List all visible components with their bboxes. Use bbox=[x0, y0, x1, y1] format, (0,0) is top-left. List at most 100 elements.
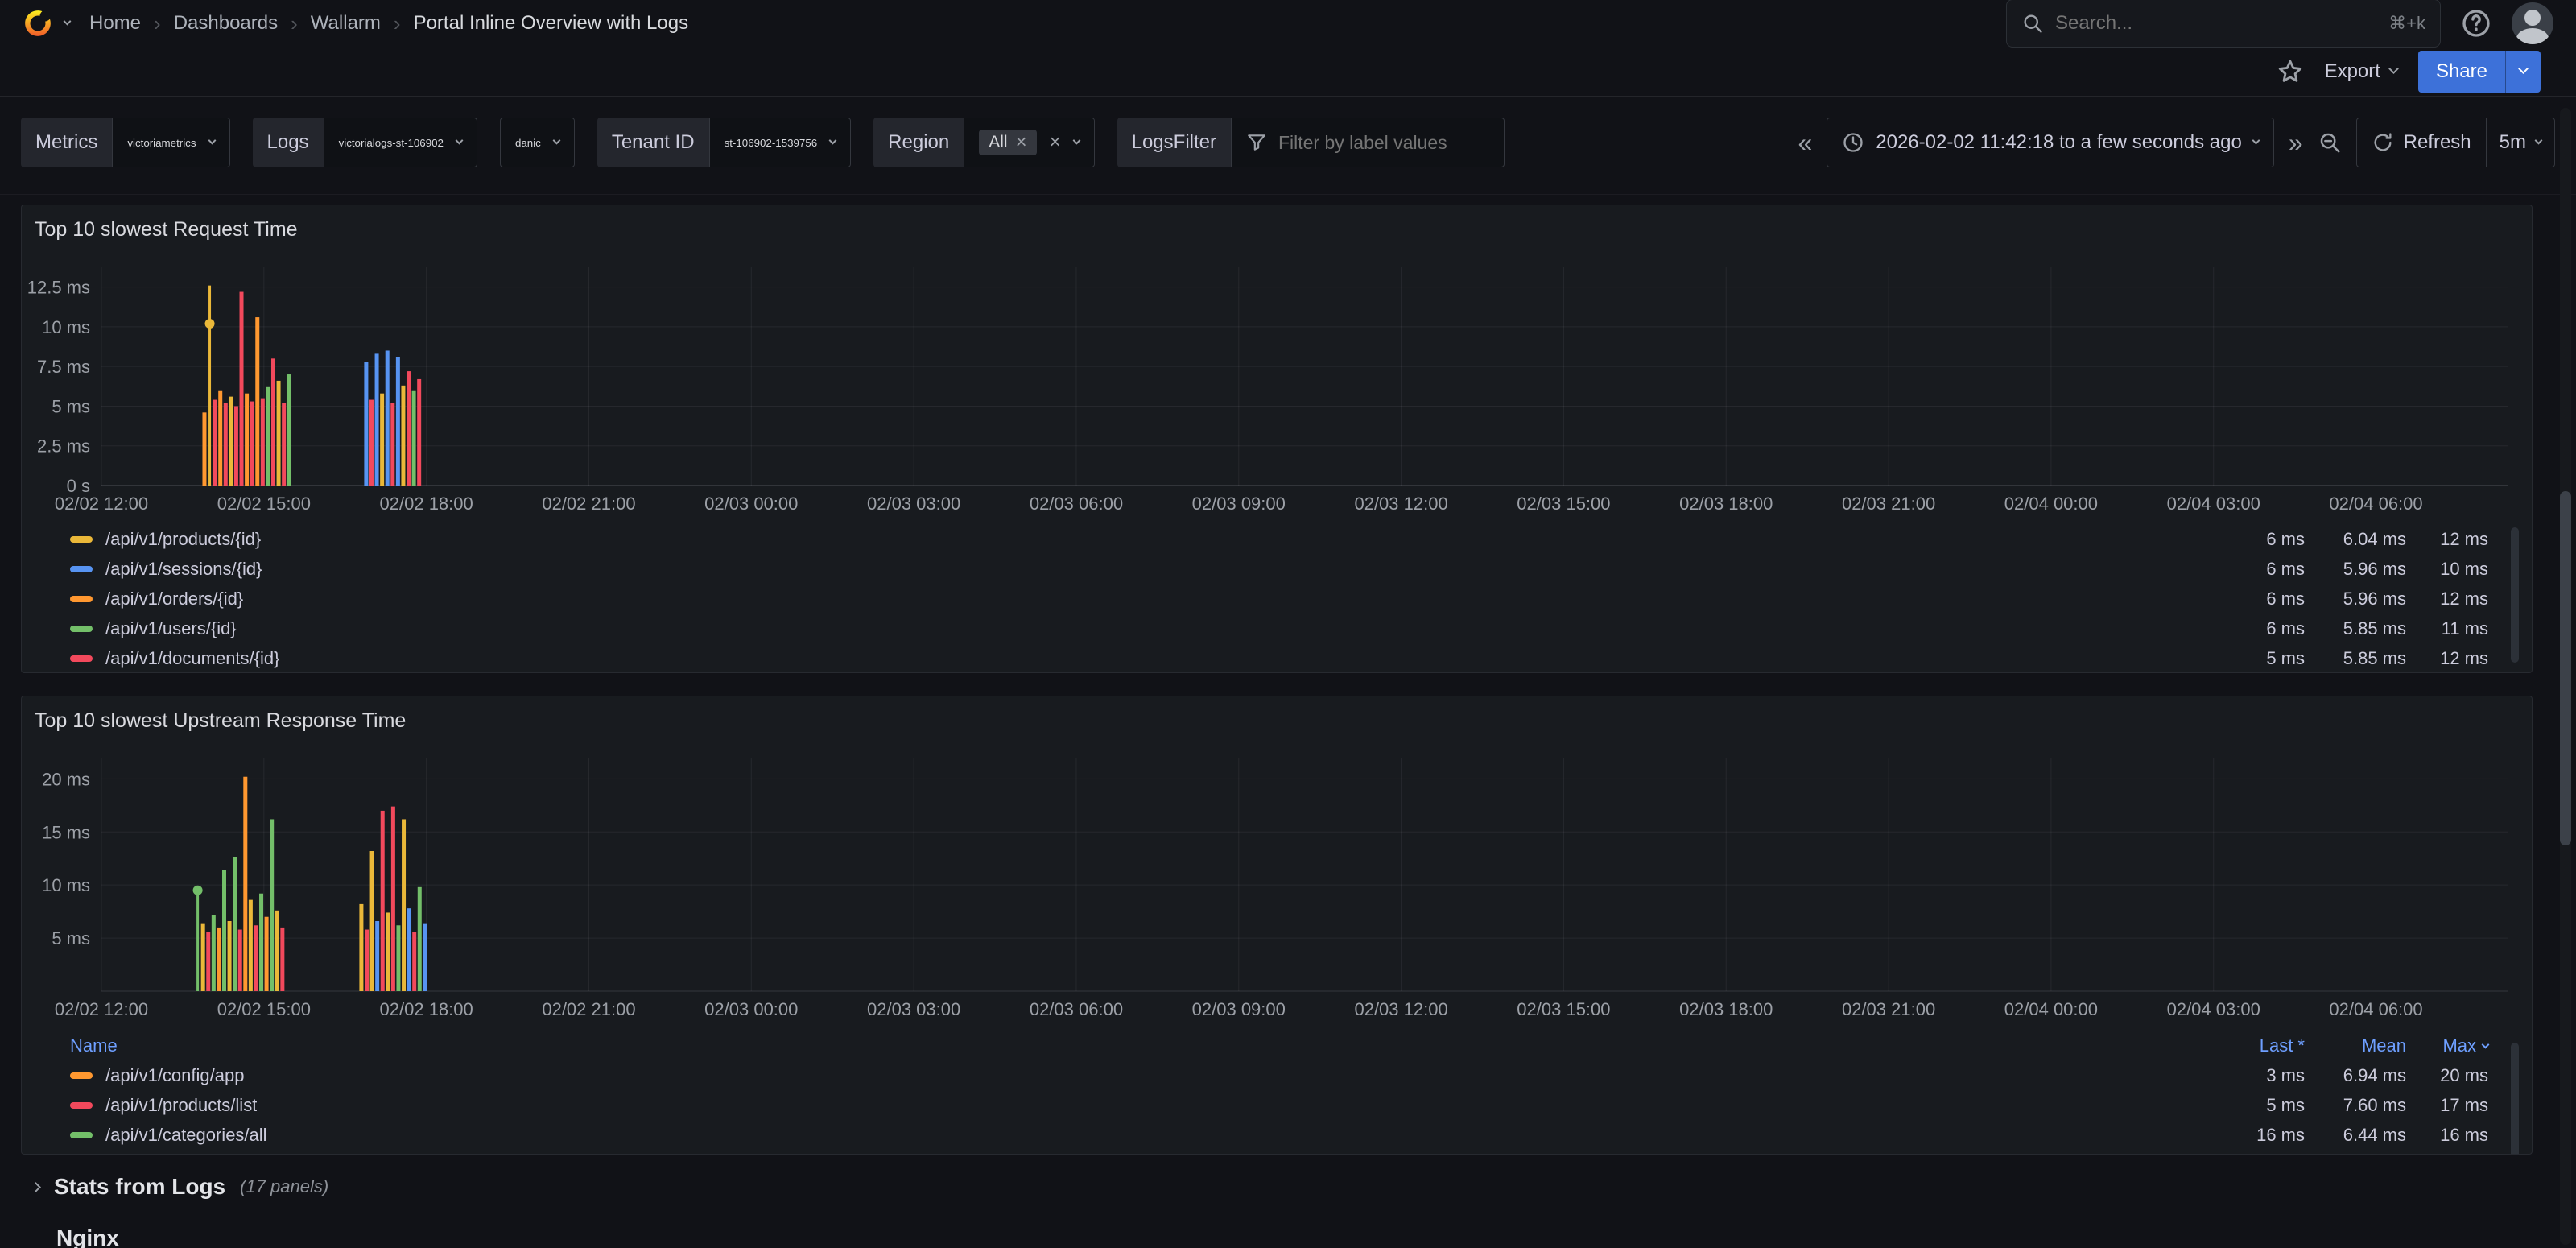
metrics-value: victoriametrics bbox=[127, 137, 196, 149]
breadcrumb-item[interactable]: Home bbox=[89, 12, 141, 35]
svg-text:10 ms: 10 ms bbox=[42, 317, 90, 337]
page-scrollbar[interactable] bbox=[2560, 108, 2571, 1245]
region-select[interactable]: All × × bbox=[964, 118, 1094, 167]
logs-select[interactable]: victorialogs-st-106902 bbox=[324, 118, 477, 167]
refresh-interval-value: 5m bbox=[2500, 131, 2526, 154]
metrics-select[interactable]: victoriametrics bbox=[112, 118, 229, 167]
series-color-swatch[interactable] bbox=[70, 626, 93, 632]
series-color-swatch[interactable] bbox=[70, 655, 93, 662]
svg-text:02/03 06:00: 02/03 06:00 bbox=[1030, 999, 1123, 1019]
legend-row: /api/v1/users/{id}6 ms5.85 ms11 ms bbox=[22, 614, 2532, 643]
svg-text:02/02 15:00: 02/02 15:00 bbox=[217, 494, 311, 514]
timeseries-chart[interactable]: 02/02 12:0002/02 15:0002/02 18:0002/02 2… bbox=[25, 250, 2529, 530]
panel-title[interactable]: Top 10 slowest Request Time bbox=[35, 218, 298, 242]
funnel-icon bbox=[1246, 132, 1267, 153]
timeseries-chart[interactable]: 02/02 12:0002/02 15:0002/02 18:0002/02 2… bbox=[25, 742, 2529, 1037]
series-value: 3 ms bbox=[2184, 1065, 2305, 1086]
time-range-label: 2026-02-02 11:42:18 to a few seconds ago bbox=[1876, 131, 2242, 154]
series-value: 11 ms bbox=[2406, 618, 2488, 639]
panel-title[interactable]: Top 10 slowest Upstream Response Time bbox=[35, 709, 406, 733]
variables-toolbar: Metrics victoriametrics Logs victorialog… bbox=[0, 97, 2576, 195]
star-icon[interactable] bbox=[2277, 58, 2304, 85]
series-color-swatch[interactable] bbox=[70, 536, 93, 543]
zoom-out-icon[interactable] bbox=[2318, 130, 2342, 155]
region-clear-icon[interactable]: × bbox=[1050, 133, 1061, 152]
legend-header-name[interactable]: Name bbox=[70, 1035, 118, 1056]
svg-text:02/02 15:00: 02/02 15:00 bbox=[217, 999, 311, 1019]
legend-header-col[interactable]: Mean bbox=[2305, 1035, 2406, 1056]
refresh-button[interactable]: Refresh bbox=[2357, 118, 2486, 167]
legend-header-col[interactable]: Max bbox=[2406, 1035, 2488, 1056]
series-value: 16 ms bbox=[2406, 1125, 2488, 1146]
service-select[interactable]: danic bbox=[500, 118, 575, 167]
time-range-picker[interactable]: 2026-02-02 11:42:18 to a few seconds ago bbox=[1827, 118, 2274, 167]
breadcrumb-separator: › bbox=[154, 11, 161, 36]
svg-text:02/03 00:00: 02/03 00:00 bbox=[704, 494, 798, 514]
legend-header-col[interactable]: Last * bbox=[2184, 1035, 2305, 1056]
legend-scrollbar[interactable] bbox=[2511, 1043, 2519, 1155]
help-icon[interactable] bbox=[2460, 7, 2492, 39]
region-tag-remove-icon[interactable]: × bbox=[1016, 133, 1027, 152]
region-label: Region bbox=[873, 118, 964, 167]
panel-request-time: Top 10 slowest Request Time 02/02 12:000… bbox=[21, 205, 2533, 673]
series-name[interactable]: /api/v1/sessions/{id} bbox=[105, 559, 262, 580]
page-scrollbar-thumb[interactable] bbox=[2560, 491, 2571, 845]
legend-scrollbar[interactable] bbox=[2511, 527, 2519, 663]
refresh-interval-select[interactable]: 5m bbox=[2486, 118, 2554, 167]
series-name[interactable]: /api/v1/documents/{id} bbox=[105, 648, 279, 669]
region-tag: All × bbox=[979, 130, 1036, 155]
row-stats-from-logs[interactable]: Stats from Logs (17 panels) bbox=[21, 1166, 328, 1208]
global-search[interactable]: ⌘+k bbox=[2006, 0, 2441, 48]
series-color-swatch[interactable] bbox=[70, 596, 93, 602]
grafana-logo-icon[interactable] bbox=[23, 8, 53, 39]
time-shift-forward-button[interactable]: » bbox=[2289, 130, 2303, 155]
series-value: 5.96 ms bbox=[2305, 559, 2406, 580]
series-name[interactable]: /api/v1/categories/all bbox=[105, 1125, 267, 1146]
series-name[interactable]: /api/v1/orders/{id} bbox=[105, 589, 243, 610]
export-button[interactable]: Export bbox=[2325, 60, 2397, 83]
series-color-swatch[interactable] bbox=[70, 1072, 93, 1079]
series-name[interactable]: /api/v1/products/list bbox=[105, 1095, 257, 1116]
series-color-swatch[interactable] bbox=[70, 566, 93, 572]
org-switcher-caret-icon[interactable] bbox=[64, 17, 72, 25]
logsfilter-input[interactable] bbox=[1278, 132, 1489, 154]
legend-row: /api/v1/sessions/{id}6 ms5.96 ms10 ms bbox=[22, 554, 2532, 584]
share-button[interactable]: Share bbox=[2418, 51, 2505, 93]
tenant-value: st-106902-1539756 bbox=[724, 137, 818, 149]
share-menu-button[interactable] bbox=[2505, 51, 2541, 93]
series-color-swatch[interactable] bbox=[70, 1102, 93, 1109]
svg-text:02/02 12:00: 02/02 12:00 bbox=[55, 999, 148, 1019]
user-avatar[interactable] bbox=[2512, 2, 2553, 44]
svg-text:02/04 06:00: 02/04 06:00 bbox=[2329, 494, 2422, 514]
breadcrumb-item[interactable]: Dashboards bbox=[174, 12, 278, 35]
time-shift-back-button[interactable]: « bbox=[1798, 130, 1812, 155]
refresh-button-group: Refresh 5m bbox=[2356, 118, 2555, 167]
series-value: 12 ms bbox=[2406, 589, 2488, 610]
series-value: 5.96 ms bbox=[2305, 589, 2406, 610]
series-color-swatch[interactable] bbox=[70, 1132, 93, 1138]
series-value: 5 ms bbox=[2184, 648, 2305, 669]
clock-icon bbox=[1842, 131, 1864, 154]
svg-text:02/04 00:00: 02/04 00:00 bbox=[2004, 494, 2098, 514]
panel-upstream-response-time: Top 10 slowest Upstream Response Time 02… bbox=[21, 696, 2533, 1155]
series-value: 6.04 ms bbox=[2305, 529, 2406, 550]
svg-text:02/04 03:00: 02/04 03:00 bbox=[2167, 999, 2260, 1019]
series-value: 6 ms bbox=[2184, 618, 2305, 639]
metrics-label: Metrics bbox=[21, 118, 112, 167]
breadcrumb-item[interactable]: Wallarm bbox=[311, 12, 381, 35]
legend-row: /api/v1/config/app3 ms6.94 ms20 ms bbox=[22, 1060, 2532, 1090]
svg-text:02/02 21:00: 02/02 21:00 bbox=[542, 999, 635, 1019]
chart-legend: NameLast *MeanMax/api/v1/config/app3 ms6… bbox=[22, 1031, 2532, 1155]
legend-row: /api/v1/documents/{id}5 ms5.85 ms12 ms bbox=[22, 643, 2532, 673]
svg-text:7.5 ms: 7.5 ms bbox=[37, 357, 90, 377]
svg-text:15 ms: 15 ms bbox=[42, 822, 90, 842]
search-input[interactable] bbox=[2055, 12, 2377, 35]
svg-text:2.5 ms: 2.5 ms bbox=[37, 436, 90, 457]
tenant-select[interactable]: st-106902-1539756 bbox=[709, 118, 852, 167]
series-name[interactable]: /api/v1/users/{id} bbox=[105, 618, 237, 639]
series-name[interactable]: /api/v1/config/app bbox=[105, 1065, 244, 1086]
logs-value: victorialogs-st-106902 bbox=[339, 137, 444, 149]
metrics-variable: Metrics victoriametrics bbox=[21, 118, 230, 167]
svg-text:12.5 ms: 12.5 ms bbox=[27, 278, 90, 298]
series-name[interactable]: /api/v1/products/{id} bbox=[105, 529, 261, 550]
